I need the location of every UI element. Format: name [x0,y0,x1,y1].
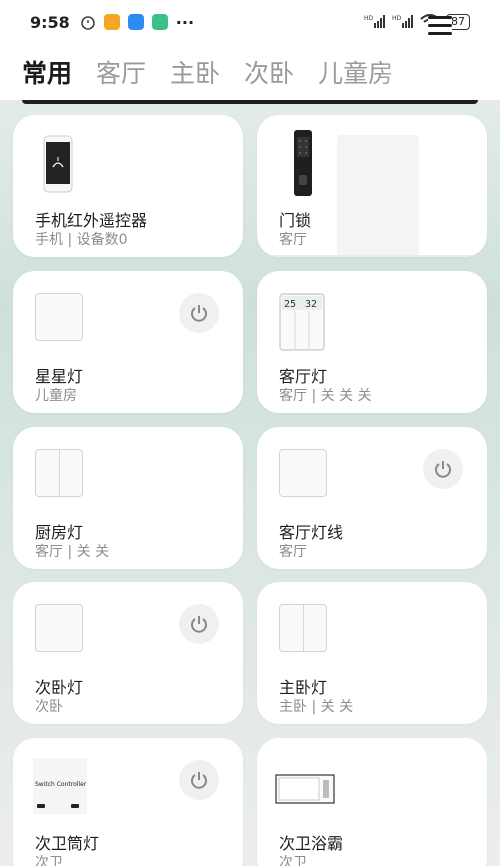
status-bar: 9:58 ··· HD HD 87 [0,0,500,44]
wall-switch-icon [279,449,327,497]
tab-master-bedroom[interactable]: 主卧 [170,54,220,90]
device-name: 客厅灯 [279,367,328,386]
wall-switch-icon [35,293,83,341]
device-status: 客厅 | 关 关 关 [279,388,372,404]
hub-device-image [337,135,419,257]
wall-switch-double-icon [279,604,327,652]
power-button[interactable] [179,760,219,800]
device-status: 手机 | 设备数0 [35,232,128,248]
power-icon [435,461,451,478]
power-button[interactable] [179,604,219,644]
tab-common[interactable]: 常用 [22,54,72,90]
phone-app-icon [127,14,144,30]
device-status: 次卧 [35,699,63,715]
device-status: 客厅 [279,544,307,560]
device-card-bathroom-downlight[interactable]: Switch Controller 次卫筒灯 次卫 [13,738,243,866]
device-card-living-light-strip[interactable]: 客厅灯线 客厅 [257,427,487,569]
device-status: 儿童房 [35,388,77,404]
device-card-star-light[interactable]: 星星灯 儿童房 [13,271,243,413]
tab-living-room[interactable]: 客厅 [96,54,146,90]
tabs-fade [380,44,440,100]
device-card-bathroom-heater[interactable]: 次卫浴霸 次卫 [257,738,487,866]
menu-icon[interactable] [428,16,452,38]
device-card-second-bedroom-light[interactable]: 次卧灯 次卧 [13,582,243,724]
device-name: 主卧灯 [279,678,328,697]
alarm-icon [80,14,96,30]
device-card-master-bedroom-light[interactable]: 主卧灯 主卧 | 关 关 [257,582,487,724]
device-status: 主卧 | 关 关 [279,699,354,715]
phone-icon [43,135,73,197]
device-name: 客厅灯线 [279,523,344,542]
device-card-ir-remote[interactable]: 手机红外遥控器 手机 | 设备数0 [13,115,243,257]
device-name: 次卫浴霸 [279,834,344,853]
switch-controller-label: Switch Controller [35,781,87,788]
power-button[interactable] [179,293,219,333]
wall-switch-icon [35,604,83,652]
device-card-door-lock[interactable]: 门锁 客厅 [257,115,487,257]
signal-2-icon: HD [392,14,414,31]
signal-icon: HD [364,14,386,31]
door-lock-icon [293,129,313,201]
lcd-switch-icon: 25 32 [279,293,325,355]
device-name: 次卧灯 [35,678,84,697]
svg-text:HD: HD [364,15,374,22]
hub-base-image [257,255,487,257]
device-status: 客厅 [279,232,307,248]
power-button[interactable] [423,449,463,489]
device-name: 星星灯 [35,367,84,386]
notes-app-icon [103,14,120,30]
mi-home-app-icon [151,14,168,30]
device-card-living-light[interactable]: 25 32 客厅灯 客厅 | 关 关 关 [257,271,487,413]
wall-switch-double-icon [35,449,83,497]
bath-heater-icon [275,774,335,808]
lcd-right-reading: 32 [305,299,317,310]
status-time: 9:58 [30,12,70,32]
device-name: 门锁 [279,211,312,230]
power-icon [191,772,207,789]
lcd-left-reading: 25 [284,299,296,310]
device-name: 次卫筒灯 [35,834,100,853]
svg-text:HD: HD [392,15,402,22]
device-status: 客厅 | 关 关 [35,544,110,560]
tab-second-bedroom[interactable]: 次卧 [244,54,294,90]
device-name: 厨房灯 [35,523,84,542]
switch-controller-icon: Switch Controller [33,758,87,818]
device-card-kitchen-light[interactable]: 厨房灯 客厅 | 关 关 [13,427,243,569]
power-icon [191,305,207,322]
room-tabs: 常用 客厅 主卧 次卧 儿童房 [0,44,500,100]
device-status: 次卫 [35,855,63,866]
more-notifications-icon: ··· [175,12,195,32]
banner-edge [22,100,478,104]
power-icon [191,616,207,633]
device-status: 次卫 [279,855,307,866]
device-name: 手机红外遥控器 [35,211,148,230]
